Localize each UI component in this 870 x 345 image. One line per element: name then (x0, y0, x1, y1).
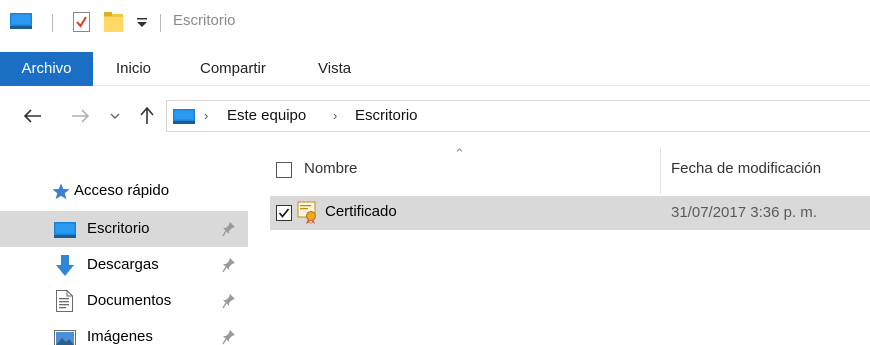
sidebar-item-label: Descargas (87, 256, 159, 273)
checkmark-icon (278, 208, 290, 218)
breadcrumb-chevron-icon[interactable]: › (204, 108, 208, 123)
new-folder-icon[interactable] (104, 12, 123, 32)
select-all-checkbox[interactable] (276, 162, 292, 178)
arrow-up-icon (140, 107, 154, 124)
tab-compartir[interactable]: Compartir (200, 52, 266, 86)
sidebar-item-acceso-rapido[interactable]: Acceso rápido (0, 173, 248, 209)
sidebar-item-imagenes[interactable]: Imágenes (0, 319, 248, 345)
sidebar-item-label: Escritorio (87, 220, 150, 237)
tab-archivo[interactable]: Archivo (0, 52, 93, 86)
ribbon-tabs: Archivo Inicio Compartir Vista (0, 52, 870, 86)
sidebar-item-label: Imágenes (87, 328, 153, 345)
breadcrumb-chevron-icon[interactable]: › (333, 108, 337, 123)
column-divider[interactable] (660, 148, 661, 194)
desktop-icon (54, 222, 76, 238)
back-button[interactable] (24, 106, 42, 126)
column-header-fecha[interactable]: Fecha de modificación (671, 160, 821, 177)
tab-vista[interactable]: Vista (318, 52, 351, 86)
customize-dropdown-icon[interactable] (135, 14, 149, 30)
address-bar[interactable]: › Este equipo › Escritorio (166, 100, 870, 132)
computer-icon[interactable] (10, 13, 32, 29)
pictures-icon (54, 330, 76, 345)
sidebar-item-descargas[interactable]: Descargas (0, 247, 248, 283)
pin-icon[interactable] (222, 257, 236, 273)
title-bar: Escritorio (0, 0, 870, 48)
pin-icon[interactable] (222, 329, 236, 345)
breadcrumb-escritorio[interactable]: Escritorio (355, 107, 418, 124)
properties-icon[interactable] (73, 12, 90, 32)
document-icon (56, 290, 73, 312)
toolbar-separator (52, 14, 53, 32)
sidebar-item-documentos[interactable]: Documentos (0, 283, 248, 319)
tab-inicio[interactable]: Inicio (116, 52, 151, 86)
column-header-row: Nombre ⌃ Fecha de modificación (270, 146, 870, 194)
download-arrow-icon (56, 255, 74, 276)
up-button[interactable] (138, 106, 156, 126)
recent-locations-button[interactable] (108, 106, 122, 126)
chevron-down-icon (110, 113, 120, 119)
column-header-nombre[interactable]: Nombre (304, 160, 357, 177)
sort-ascending-icon: ⌃ (454, 146, 465, 161)
pin-icon[interactable] (222, 221, 236, 237)
navigation-bar: › Este equipo › Escritorio (0, 96, 870, 136)
certificate-icon (297, 201, 316, 224)
sidebar-item-escritorio[interactable]: Escritorio (0, 211, 248, 247)
star-icon (52, 183, 70, 200)
file-row[interactable]: Certificado 31/07/2017 3:36 p. m. (270, 196, 870, 230)
toolbar-separator (160, 14, 161, 32)
navigation-pane: Acceso rápido Escritorio Descargas Docum… (0, 165, 248, 345)
pin-icon[interactable] (222, 293, 236, 309)
arrow-left-icon (24, 109, 41, 123)
sidebar-item-label: Documentos (87, 292, 172, 309)
sidebar-section-label: Acceso rápido (74, 182, 170, 199)
forward-button[interactable] (71, 106, 89, 126)
file-modified-date: 31/07/2017 3:36 p. m. (671, 204, 817, 221)
file-name[interactable]: Certificado (325, 203, 397, 220)
arrow-right-icon (72, 109, 89, 123)
breadcrumb-este-equipo[interactable]: Este equipo (227, 107, 306, 124)
window-title: Escritorio (173, 12, 236, 29)
computer-icon (173, 109, 195, 124)
row-checkbox[interactable] (276, 205, 292, 221)
